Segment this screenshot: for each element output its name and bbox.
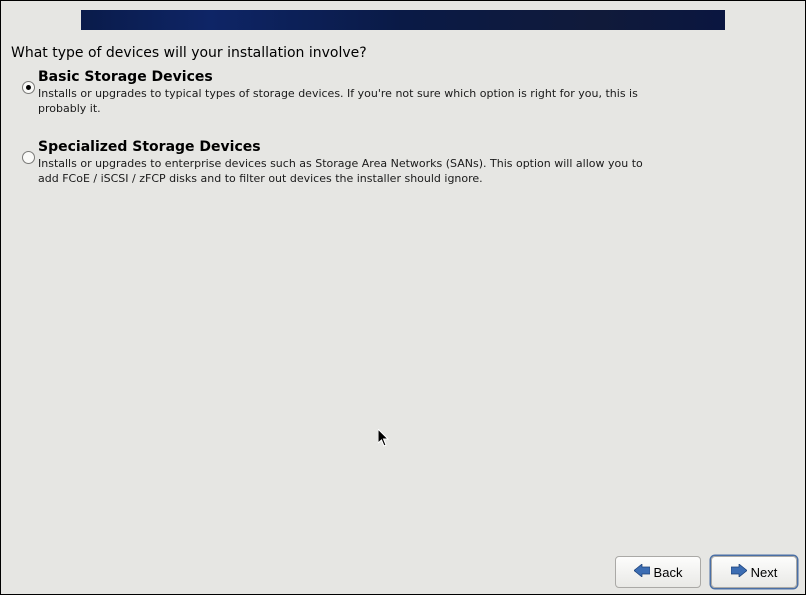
arrow-left-icon xyxy=(634,564,650,580)
arrow-right-icon xyxy=(731,564,747,580)
next-button[interactable]: Next xyxy=(711,556,797,588)
option-specialized-storage[interactable]: Specialized Storage Devices Installs or … xyxy=(18,139,665,187)
radio-specialized-storage[interactable] xyxy=(22,151,35,164)
page-question: What type of devices will your installat… xyxy=(11,45,367,61)
header-banner xyxy=(81,10,725,30)
mouse-cursor-icon xyxy=(378,429,391,452)
option-title: Specialized Storage Devices xyxy=(38,139,665,155)
back-button-label: Back xyxy=(654,565,683,580)
back-button[interactable]: Back xyxy=(615,556,701,588)
device-type-options: Basic Storage Devices Installs or upgrad… xyxy=(18,69,665,208)
radio-basic-storage[interactable] xyxy=(22,81,35,94)
option-basic-storage[interactable]: Basic Storage Devices Installs or upgrad… xyxy=(18,69,665,117)
navigation-buttons: Back Next xyxy=(615,556,797,588)
option-desc: Installs or upgrades to enterprise devic… xyxy=(38,157,665,187)
option-title: Basic Storage Devices xyxy=(38,69,665,85)
option-desc: Installs or upgrades to typical types of… xyxy=(38,87,665,117)
next-button-label: Next xyxy=(751,565,778,580)
